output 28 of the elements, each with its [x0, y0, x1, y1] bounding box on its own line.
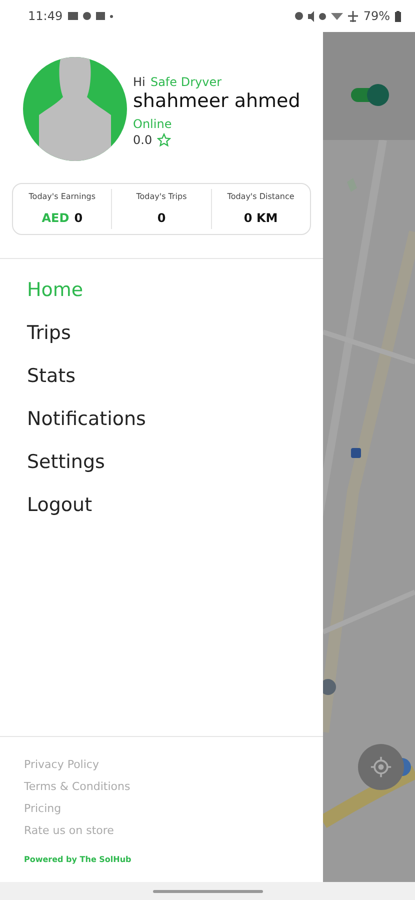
online-status: Online [133, 116, 173, 131]
menu-item[interactable]: Notifications [27, 406, 146, 433]
powered-by-text: Powered by The SolHub [24, 855, 132, 864]
mute-icon [308, 10, 314, 22]
dot-icon [110, 14, 113, 18]
stat-value: 0 [157, 211, 166, 225]
menu-item[interactable]: Trips [27, 320, 71, 347]
stat-label: Today's Earnings [28, 192, 96, 201]
menu-item[interactable]: Settings [27, 449, 105, 476]
battery-icon [395, 10, 401, 22]
stat-value: 0 KM [244, 211, 278, 225]
stat-label: Today's Distance [227, 192, 294, 201]
online-toggle[interactable] [351, 84, 389, 106]
currency-label: AED [42, 211, 70, 225]
locate-icon [370, 756, 392, 778]
home-handle[interactable] [152, 890, 262, 892]
stat-value: 0 [74, 211, 83, 225]
app-name: Safe Dryver [150, 75, 222, 90]
stat-label: Today's Trips [136, 192, 187, 201]
rating-value: 0.0 [133, 132, 152, 147]
menu-item[interactable]: Stats [27, 363, 76, 390]
star-icon [157, 132, 172, 147]
driver-name: shahmeer ahmed [133, 90, 300, 113]
battery-percent: 79% [363, 9, 390, 23]
menu-item[interactable]: Logout [27, 492, 92, 519]
wifi-icon [331, 12, 344, 20]
greeting-text: Hi [133, 75, 146, 90]
status-time: 11:49 [28, 9, 63, 23]
